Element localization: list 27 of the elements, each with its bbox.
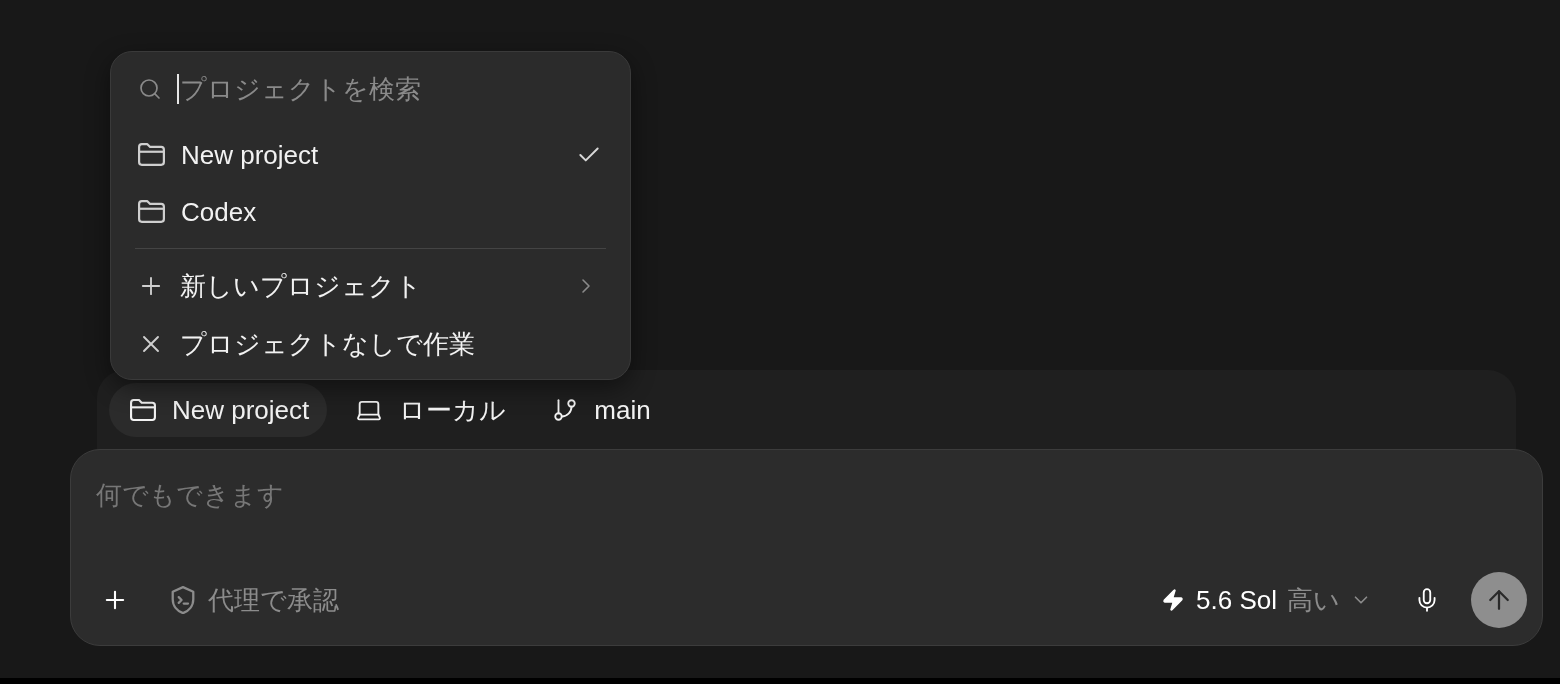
- project-name: New project: [181, 141, 320, 168]
- branch-icon: [552, 397, 579, 423]
- shield-terminal-icon: [170, 586, 196, 614]
- model-name: 5.6 Sol: [1196, 587, 1277, 613]
- model-selector[interactable]: 5.6 Sol 高い: [1151, 578, 1382, 622]
- search-icon: [138, 77, 162, 101]
- environment-selector[interactable]: ローカル: [334, 383, 525, 437]
- folder-icon: [138, 200, 165, 223]
- project-item[interactable]: New project: [135, 126, 606, 183]
- menu-item-label: 新しいプロジェクト: [180, 273, 423, 299]
- message-composer[interactable]: 何でもできます 代理で承認 5.6 Sol 高い: [70, 449, 1543, 646]
- menu-item-label: プロジェクトなしで作業: [180, 331, 476, 357]
- project-item[interactable]: Codex: [135, 183, 606, 240]
- folder-icon: [130, 399, 156, 421]
- branch-selector[interactable]: main: [531, 383, 669, 437]
- folder-icon: [138, 143, 165, 166]
- no-project-item[interactable]: プロジェクトなしで作業: [135, 315, 606, 373]
- message-input[interactable]: 何でもできます: [71, 450, 1542, 572]
- project-selector[interactable]: New project: [109, 383, 328, 437]
- project-name: Codex: [181, 198, 258, 225]
- reasoning-level: 高い: [1287, 587, 1340, 613]
- approval-mode-button[interactable]: 代理で承認: [158, 578, 351, 622]
- send-button[interactable]: [1471, 572, 1527, 628]
- text-caret: [177, 74, 179, 104]
- lightning-icon: [1161, 587, 1186, 613]
- new-project-item[interactable]: 新しいプロジェクト: [135, 257, 606, 315]
- search-field[interactable]: プロジェクトを検索: [180, 69, 606, 109]
